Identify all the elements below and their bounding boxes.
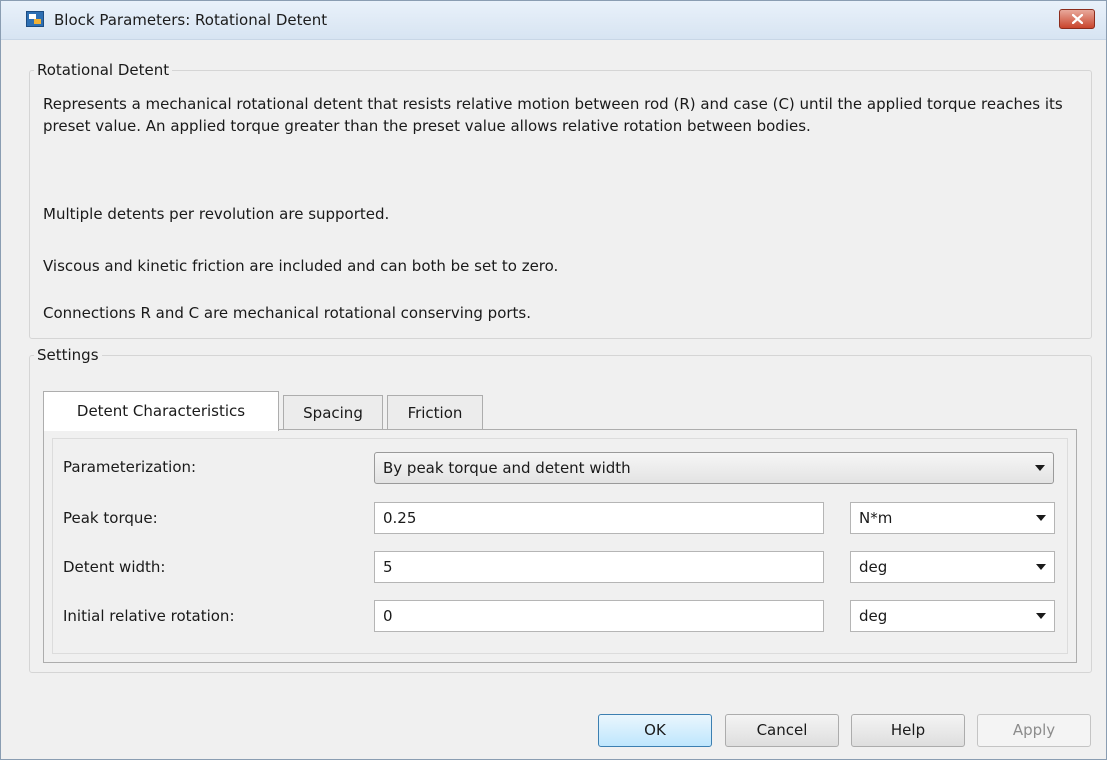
- tab-friction[interactable]: Friction: [387, 395, 483, 429]
- detent-width-unit-dropdown[interactable]: deg: [850, 551, 1055, 583]
- parameterization-value: By peak torque and detent width: [383, 459, 631, 477]
- detent-width-label: Detent width:: [63, 558, 166, 576]
- chevron-down-icon: [1035, 465, 1045, 471]
- chevron-down-icon: [1036, 564, 1046, 570]
- detent-width-value: 5: [383, 558, 393, 576]
- description-group-legend: Rotational Detent: [37, 61, 170, 79]
- dialog-window: Block Parameters: Rotational Detent Rota…: [0, 0, 1107, 760]
- description-paragraph: Represents a mechanical rotational deten…: [43, 95, 1063, 135]
- description-paragraph: Connections R and C are mechanical rotat…: [43, 304, 531, 322]
- peak-torque-input[interactable]: 0.25: [374, 502, 824, 534]
- initial-rotation-input[interactable]: 0: [374, 600, 824, 632]
- parameterization-dropdown[interactable]: By peak torque and detent width: [374, 452, 1054, 484]
- tab-spacing[interactable]: Spacing: [283, 395, 383, 429]
- peak-torque-unit-dropdown[interactable]: N*m: [850, 502, 1055, 534]
- description-paragraph: Viscous and kinetic friction are include…: [43, 257, 559, 275]
- parameterization-label: Parameterization:: [63, 458, 197, 476]
- settings-group-legend: Settings: [37, 346, 99, 364]
- initial-rotation-value: 0: [383, 607, 393, 625]
- help-button[interactable]: Help: [851, 714, 965, 747]
- apply-button[interactable]: Apply: [977, 714, 1091, 747]
- ok-button[interactable]: OK: [598, 714, 712, 747]
- detent-width-input[interactable]: 5: [374, 551, 824, 583]
- close-button[interactable]: [1059, 9, 1095, 29]
- title-bar[interactable]: Block Parameters: Rotational Detent: [1, 1, 1106, 40]
- initial-rotation-unit: deg: [859, 607, 888, 625]
- cancel-button[interactable]: Cancel: [725, 714, 839, 747]
- initial-rotation-unit-dropdown[interactable]: deg: [850, 600, 1055, 632]
- peak-torque-label: Peak torque:: [63, 509, 158, 527]
- detent-width-unit: deg: [859, 558, 888, 576]
- chevron-down-icon: [1036, 613, 1046, 619]
- window-title: Block Parameters: Rotational Detent: [54, 11, 328, 29]
- peak-torque-value: 0.25: [383, 509, 417, 527]
- description-paragraph: Multiple detents per revolution are supp…: [43, 205, 390, 223]
- peak-torque-unit: N*m: [859, 509, 893, 527]
- tab-detent-characteristics[interactable]: Detent Characteristics: [43, 391, 279, 431]
- initial-rotation-label: Initial relative rotation:: [63, 607, 235, 625]
- simulink-block-icon: [26, 11, 44, 27]
- chevron-down-icon: [1036, 515, 1046, 521]
